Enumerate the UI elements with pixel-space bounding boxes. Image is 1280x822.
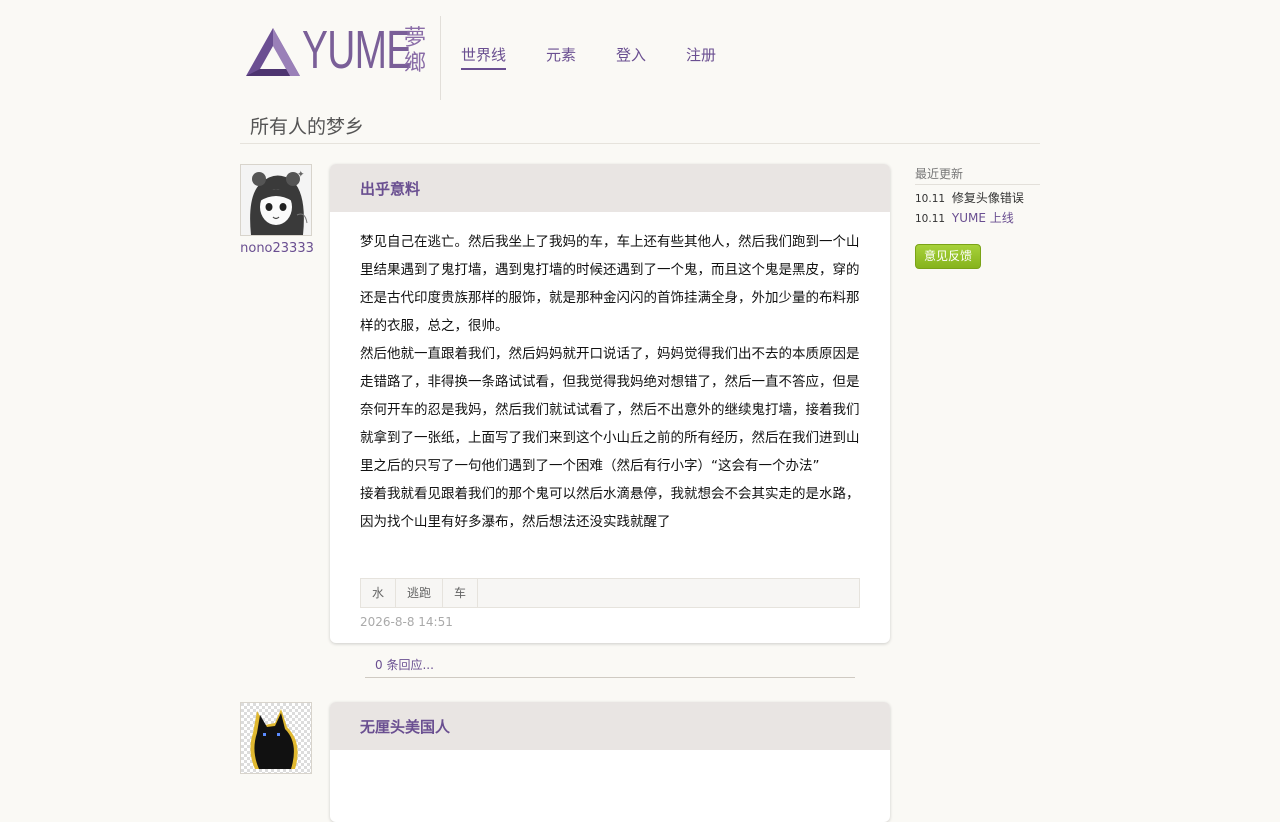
svg-text:✦: ✦	[297, 170, 305, 180]
site-title: 所有人的梦乡	[250, 116, 365, 138]
main-nav: 世界线 元素 登入 注册	[461, 44, 716, 70]
post-title[interactable]: 无厘头美国人	[360, 716, 450, 737]
nav-register[interactable]: 注册	[686, 44, 716, 70]
avatar-black-cat-image	[241, 703, 311, 773]
replies-count: 0 条回应...	[375, 658, 434, 672]
nav-elements[interactable]: 元素	[546, 44, 576, 70]
post-paragraph: 梦见自己在逃亡。然后我坐上了我妈的车，车上还有些其他人，然后我们跑到一个山里结果…	[360, 234, 860, 334]
update-item: 10.11 YUME 上线	[915, 209, 1024, 229]
post-username[interactable]: nono23333	[240, 241, 314, 256]
recent-updates-heading: 最近更新	[915, 165, 1040, 185]
avatar[interactable]	[240, 702, 312, 774]
replies-link[interactable]: 0 条回应...	[365, 656, 855, 678]
update-link[interactable]: YUME 上线	[952, 211, 1014, 225]
title-divider	[240, 143, 1040, 144]
update-text: 修复头像错误	[951, 191, 1024, 205]
update-date: 10.11	[915, 193, 946, 205]
post-date: 2026-8-8 14:51	[360, 615, 453, 629]
page: YUME 夢鄉 世界线 元素 登入 注册 所有人的梦乡 ✦ nono23333 …	[0, 0, 1280, 822]
update-item: 10.11 修复头像错误	[915, 189, 1024, 209]
avatar-anime-girl-image: ✦	[241, 165, 311, 235]
feedback-button[interactable]: 意见反馈	[915, 244, 982, 269]
site-logo[interactable]: YUME 夢鄉	[246, 20, 431, 84]
logo-cn-text: 夢鄉	[404, 26, 427, 76]
tag[interactable]: 水	[361, 579, 397, 607]
tag[interactable]: 车	[443, 579, 479, 607]
post-paragraph: 然后他就一直跟着我们，然后妈妈就开口说话了，妈妈觉得我们出不去的本质原因是走错路…	[360, 346, 860, 474]
post-card: 出乎意料 梦见自己在逃亡。然后我坐上了我妈的车，车上还有些其他人，然后我们跑到一…	[330, 164, 890, 643]
avatar[interactable]: ✦	[240, 164, 312, 236]
tag[interactable]: 逃跑	[396, 579, 444, 607]
logo-text: YUME	[302, 20, 412, 80]
nav-worldline[interactable]: 世界线	[461, 44, 507, 70]
post-title[interactable]: 出乎意料	[360, 178, 420, 199]
post-card: 无厘头美国人	[330, 702, 890, 822]
update-date: 10.11	[915, 213, 946, 225]
nav-login[interactable]: 登入	[616, 44, 646, 70]
triangle-logo-icon	[246, 28, 300, 76]
recent-updates-list: 10.11 修复头像错误 10.11 YUME 上线	[915, 189, 1024, 229]
post-content: 梦见自己在逃亡。然后我坐上了我妈的车，车上还有些其他人，然后我们跑到一个山里结果…	[360, 228, 860, 536]
header-divider	[440, 16, 441, 100]
post-paragraph: 接着我就看见跟着我们的那个鬼可以然后水滴悬停，我就想会不会其实走的是水路，因为找…	[360, 486, 860, 530]
tag-bar: 水 逃跑 车	[360, 578, 860, 608]
